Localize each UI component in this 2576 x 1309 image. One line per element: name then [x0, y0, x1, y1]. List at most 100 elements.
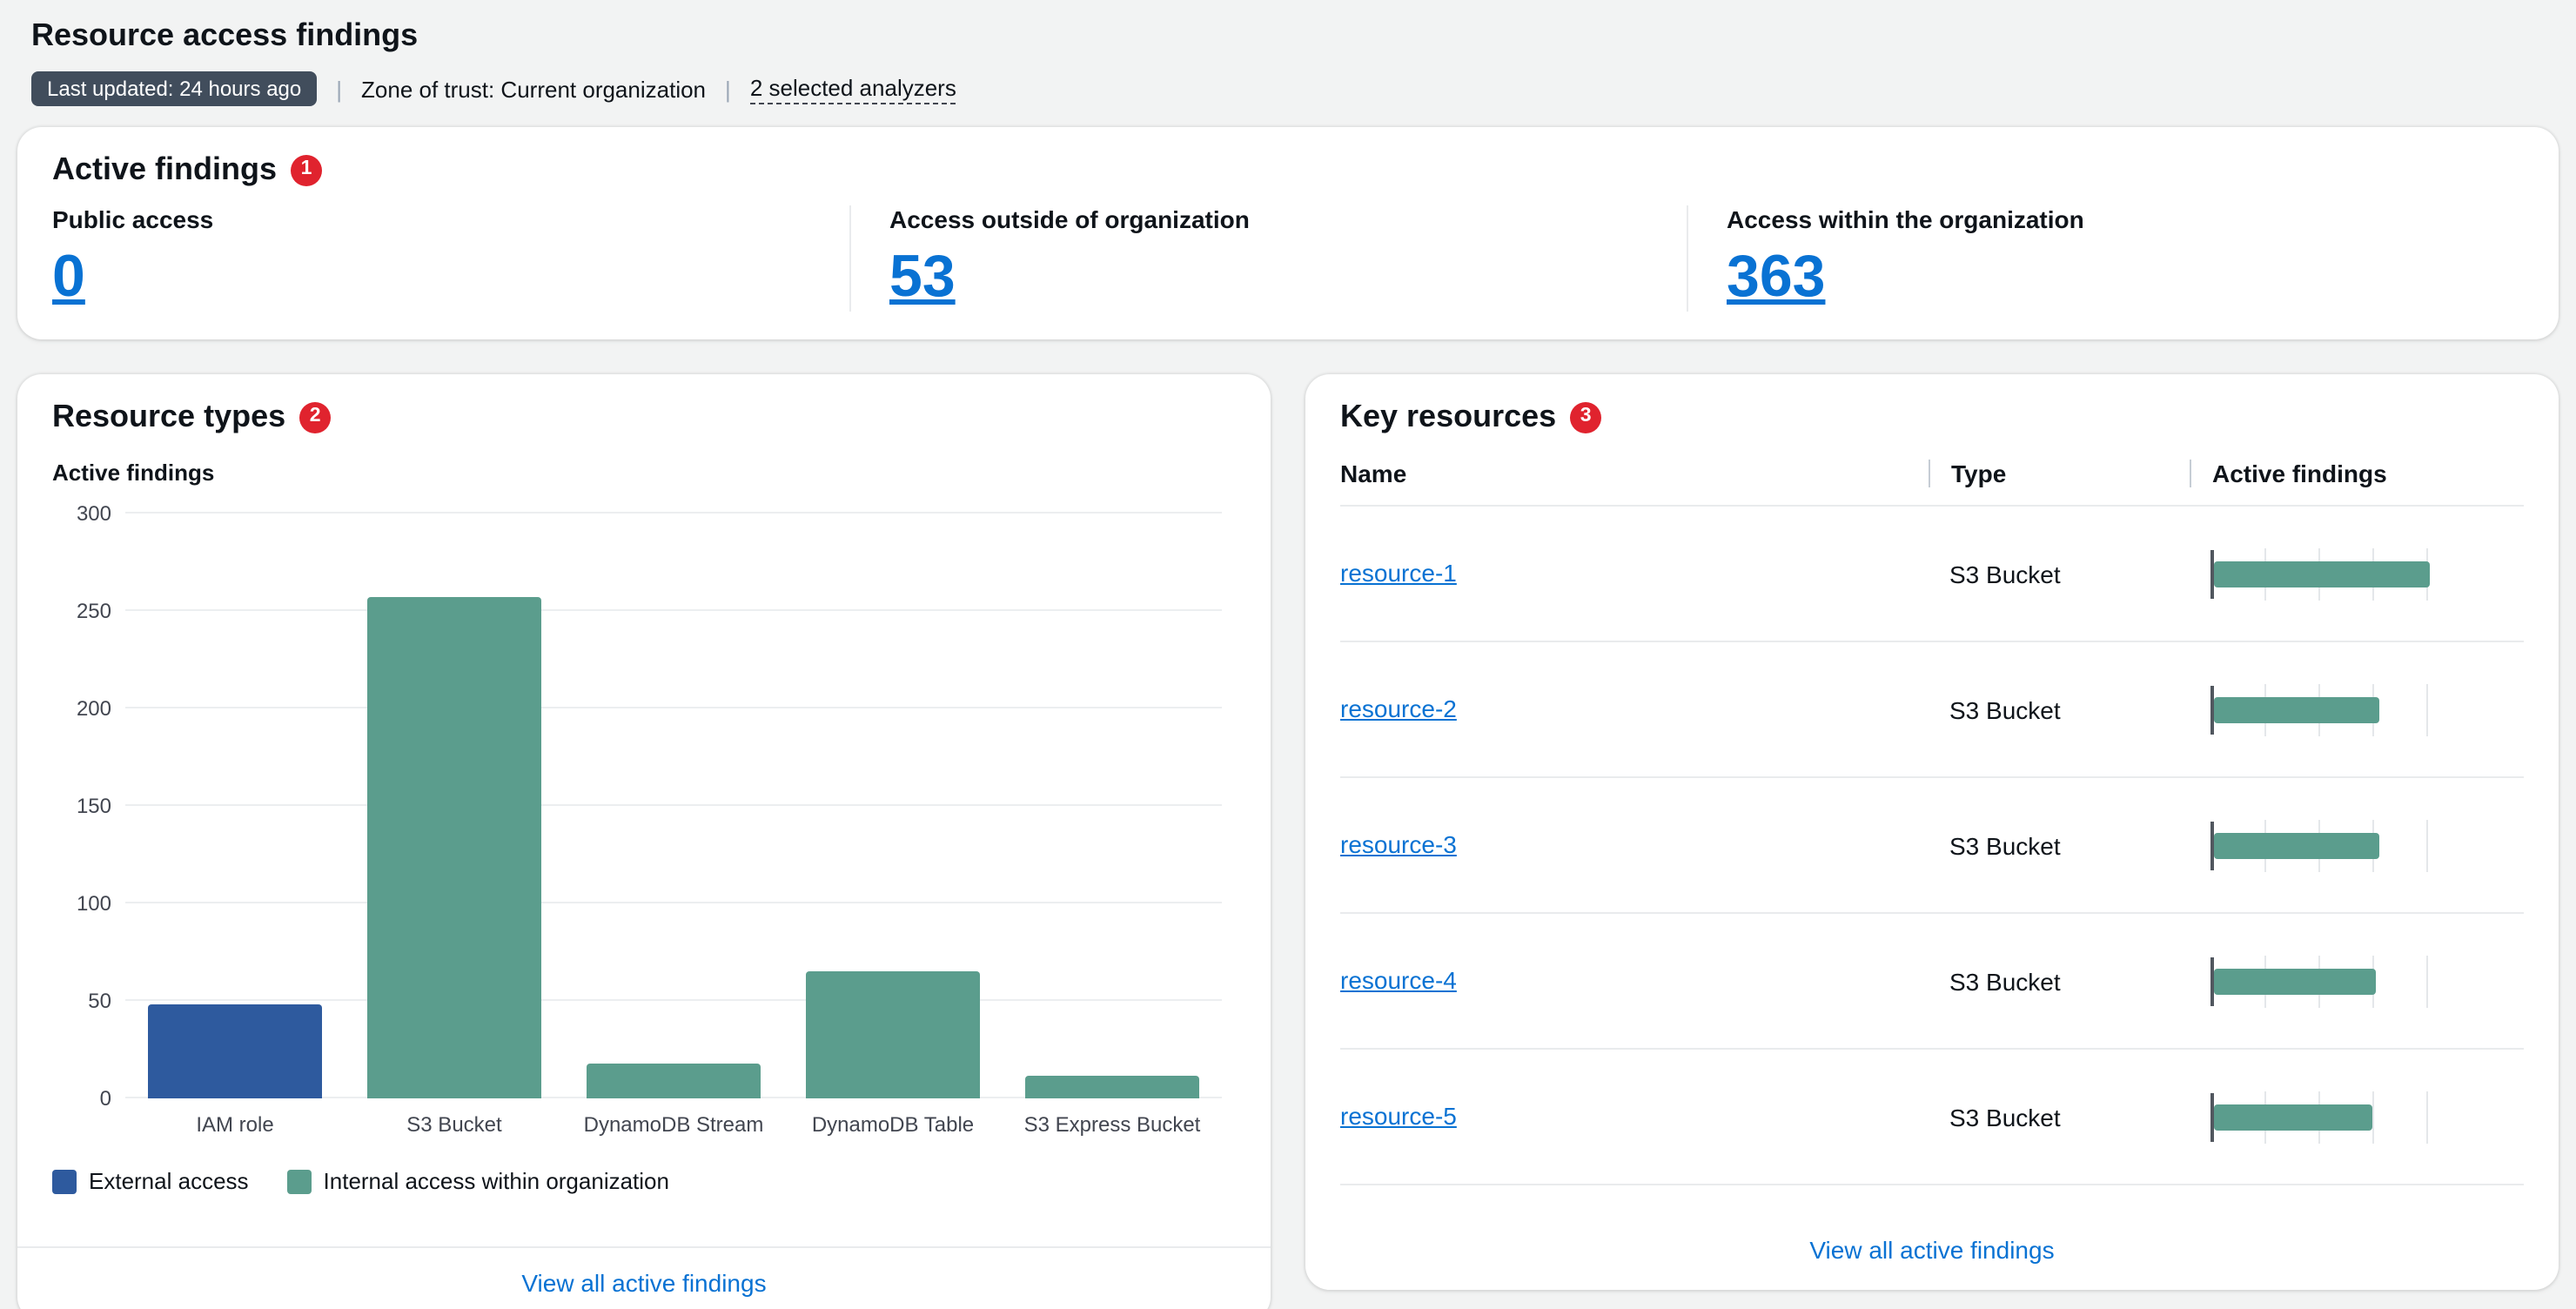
active-findings-cell [2190, 547, 2524, 600]
page: Resource access findings Last updated: 2… [0, 0, 2576, 1309]
legend-item-external-access[interactable]: External access [52, 1168, 249, 1194]
hotspot-badge-3[interactable]: 3 [1570, 401, 1601, 433]
resource-link[interactable]: resource-2 [1340, 694, 1457, 722]
resource-types-footer: View all active findings [17, 1246, 1271, 1309]
view-all-active-findings-link[interactable]: View all active findings [521, 1269, 766, 1297]
resource-link[interactable]: resource-5 [1340, 1101, 1457, 1129]
legend-item-internal-access-within-organization[interactable]: Internal access within organization [287, 1168, 669, 1194]
mini-bar[interactable] [2214, 696, 2380, 722]
y-axis-tick-label: 150 [52, 794, 111, 818]
mini-bar-chart [2210, 819, 2426, 871]
column-header-active-findings: Active findings [2190, 460, 2524, 487]
bar-s3-bucket[interactable] [366, 598, 542, 1099]
resource-type: S3 Bucket [1929, 1103, 2190, 1131]
last-updated-badge: Last updated: 24 hours ago [31, 71, 317, 106]
resource-link[interactable]: resource-3 [1340, 829, 1457, 857]
resource-types-plot: 050100150200250300 [125, 514, 1222, 1098]
separator: | [336, 76, 342, 102]
mini-chart-tick [2372, 1091, 2374, 1143]
page-header: Resource access findings Last updated: 2… [17, 17, 2559, 106]
y-axis-tick-label: 200 [52, 696, 111, 721]
name-cell: resource-3 [1340, 829, 1929, 861]
mini-bar[interactable] [2214, 832, 2380, 858]
resource-types-title: Resource types 2 [52, 399, 1236, 435]
key-resources-footer: View all active findings [1305, 1213, 2559, 1290]
name-cell: resource-1 [1340, 558, 1929, 589]
resource-link[interactable]: resource-1 [1340, 558, 1457, 586]
y-axis-tick-label: 0 [52, 1086, 111, 1111]
page-meta: Last updated: 24 hours ago | Zone of tru… [31, 71, 2545, 106]
key-resources-body: Key resources 3 Name Type Active finding… [1305, 374, 2559, 1213]
view-all-active-findings-link[interactable]: View all active findings [1809, 1236, 2054, 1264]
bar-slot [345, 514, 564, 1098]
resource-type: S3 Bucket [1929, 967, 2190, 995]
chart-legend: External access Internal access within or… [52, 1168, 1236, 1194]
selected-analyzers-link[interactable]: 2 selected analyzers [750, 74, 956, 104]
resource-types-bars [125, 514, 1222, 1098]
resource-type: S3 Bucket [1929, 695, 2190, 723]
active-findings-cell [2190, 819, 2524, 871]
active-findings-title: Active findings 1 [52, 151, 2524, 188]
table-row: resource-3S3 Bucket [1340, 778, 2524, 914]
column-header-name: Name [1340, 460, 1929, 487]
key-resources-title-text: Key resources [1340, 399, 1556, 435]
mini-chart-tick [2426, 955, 2428, 1007]
metric-within-organization: Access within the organization 363 [1687, 205, 2524, 312]
resource-type: S3 Bucket [1929, 560, 2190, 587]
mini-chart-tick [2426, 1091, 2428, 1143]
x-axis-label: DynamoDB Table [783, 1112, 1003, 1137]
active-findings-cell [2190, 955, 2524, 1007]
within-organization-count-link[interactable]: 363 [1727, 244, 1825, 312]
name-cell: resource-2 [1340, 694, 1929, 725]
y-axis-tick-label: 100 [52, 891, 111, 916]
page-title: Resource access findings [31, 17, 2545, 54]
legend-swatch [52, 1169, 77, 1193]
name-cell: resource-5 [1340, 1101, 1929, 1132]
hotspot-badge-1[interactable]: 1 [291, 154, 322, 185]
metric-public-access: Public access 0 [52, 205, 849, 312]
bar-iam-role[interactable] [147, 1005, 323, 1099]
metric-label: Access within the organization [1727, 205, 2524, 233]
mini-bar-chart [2210, 955, 2426, 1007]
legend-swatch [287, 1169, 312, 1193]
resource-types-body: Resource types 2 Active findings 0501001… [17, 374, 1271, 1246]
bar-slot [125, 514, 345, 1098]
metric-label: Public access [52, 205, 849, 233]
active-findings-cell [2190, 683, 2524, 735]
bar-dynamodb-stream[interactable] [586, 1064, 761, 1098]
legend-label: External access [89, 1168, 249, 1194]
mini-bar[interactable] [2214, 1104, 2371, 1130]
x-axis-label: DynamoDB Stream [564, 1112, 783, 1137]
legend-label: Internal access within organization [324, 1168, 669, 1194]
dashboard-row: Resource types 2 Active findings 0501001… [17, 374, 2559, 1309]
outside-organization-count-link[interactable]: 53 [889, 244, 956, 312]
resource-types-xlabels: IAM roleS3 BucketDynamoDB StreamDynamoDB… [125, 1112, 1222, 1137]
metric-outside-organization: Access outside of organization 53 [849, 205, 1687, 312]
table-row: resource-5 S3 Bucket [1340, 1050, 2524, 1185]
name-cell: resource-4 [1340, 965, 1929, 997]
resource-link[interactable]: resource-4 [1340, 965, 1457, 993]
bar-dynamodb-table[interactable] [805, 972, 981, 1099]
public-access-count-link[interactable]: 0 [52, 244, 85, 312]
y-axis-title: Active findings [52, 460, 1236, 486]
key-resources-rows: resource-1S3 Bucketresource-2S3 Bucketre… [1340, 507, 2524, 1185]
mini-bar-chart [2210, 1091, 2426, 1143]
key-resources-card: Key resources 3 Name Type Active finding… [1305, 374, 2559, 1290]
bar-slot [783, 514, 1003, 1098]
column-header-type: Type [1929, 460, 2190, 487]
mini-chart-tick [2426, 819, 2428, 871]
resource-types-card: Resource types 2 Active findings 0501001… [17, 374, 1271, 1309]
key-resources-title: Key resources 3 [1340, 399, 2524, 435]
x-axis-label: S3 Express Bucket [1003, 1112, 1222, 1137]
hotspot-badge-2[interactable]: 2 [299, 401, 331, 433]
separator: | [725, 76, 731, 102]
bar-slot [1003, 514, 1222, 1098]
resource-types-title-text: Resource types [52, 399, 285, 435]
active-findings-body: Active findings 1 Public access 0 Access… [17, 127, 2559, 339]
y-axis-tick-label: 50 [52, 989, 111, 1013]
bar-slot [564, 514, 783, 1098]
bar-s3-express-bucket[interactable] [1024, 1075, 1200, 1098]
mini-bar[interactable] [2214, 968, 2376, 994]
mini-bar[interactable] [2214, 561, 2430, 587]
y-axis-tick-label: 250 [52, 599, 111, 623]
